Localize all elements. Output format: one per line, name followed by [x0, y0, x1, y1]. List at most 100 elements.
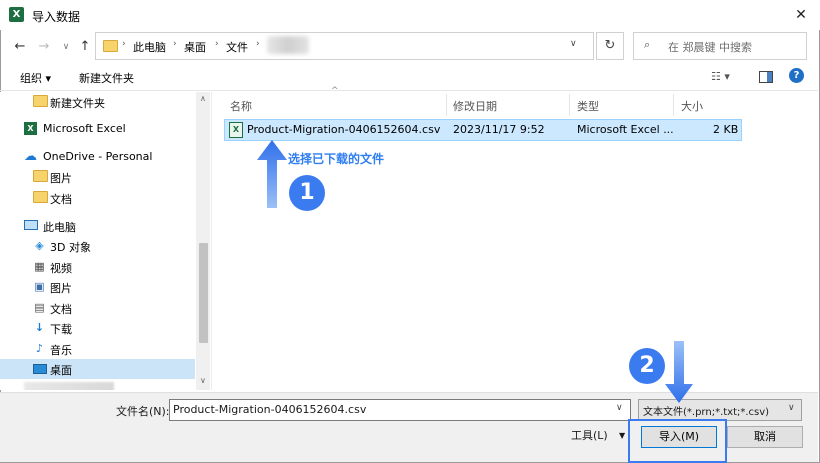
file-size: 2 KB	[713, 123, 739, 136]
filename-dropdown-chevron-icon[interactable]: ∨	[616, 403, 623, 413]
refresh-icon[interactable]: ↻	[596, 32, 624, 60]
address-bar[interactable]: › 此电脑 › 桌面 › 文件 › ∨	[95, 32, 594, 60]
sidebar-item-label: 新建文件夹	[50, 97, 105, 110]
sidebar-item-documents-onedrive[interactable]: 文档	[0, 188, 195, 208]
sidebar-item-new-folder[interactable]: 新建文件夹	[0, 92, 195, 112]
file-type-filter-value: 文本文件(*.prn;*.txt;*.csv)	[643, 407, 770, 418]
column-header-name[interactable]: 名称	[230, 98, 252, 120]
import-button-highlight	[628, 419, 727, 463]
breadcrumb-separator-icon: ›	[173, 39, 177, 49]
sidebar-item-label: 下载	[50, 323, 72, 336]
sidebar-item-label: 图片	[50, 172, 72, 185]
file-row-selected[interactable]: X Product-Migration-0406152604.csv 2023/…	[224, 119, 742, 141]
step1-annotation-label: 选择已下载的文件	[288, 152, 385, 166]
breadcrumb-separator-icon: ›	[122, 39, 126, 49]
sidebar-item-music[interactable]: ♪ 音乐	[0, 339, 195, 359]
partially-hidden-drive-item	[24, 382, 114, 390]
desktop-icon	[33, 362, 47, 375]
filename-label: 文件名(N):	[116, 405, 170, 418]
tools-dropdown-icon: ▼	[619, 431, 626, 440]
navigation-scrollbar[interactable]: ∧ ∨	[196, 92, 210, 390]
sidebar-item-label: 视频	[50, 262, 72, 275]
breadcrumb-this-pc[interactable]: 此电脑	[133, 39, 166, 55]
music-icon: ♪	[35, 342, 44, 355]
close-button[interactable]: ✕	[788, 4, 814, 26]
organize-menu-button[interactable]: 组织 ▾	[20, 70, 51, 86]
sidebar-item-this-pc[interactable]: 此电脑	[0, 216, 195, 236]
breadcrumb-desktop[interactable]: 桌面	[184, 39, 206, 55]
step1-badge: 1	[289, 175, 325, 211]
computer-icon	[24, 219, 38, 232]
file-type-filter-select[interactable]: 文本文件(*.prn;*.txt;*.csv) ∨	[638, 399, 802, 421]
file-type: Microsoft Excel ...	[577, 123, 674, 136]
picture-icon: ▣	[34, 280, 45, 293]
breadcrumb-separator-icon: ›	[256, 39, 260, 49]
title-bar: X 导入数据 ✕	[0, 0, 820, 30]
sidebar-item-pictures-onedrive[interactable]: 图片	[0, 167, 195, 187]
up-arrow-icon[interactable]: ↑	[77, 37, 93, 57]
search-placeholder: 在 郑晨键 中搜索	[668, 41, 752, 54]
folder-icon	[33, 170, 48, 182]
file-name: Product-Migration-0406152604.csv	[247, 123, 441, 136]
sidebar-item-label: 桌面	[50, 364, 72, 377]
video-icon: ▦	[34, 260, 45, 273]
column-header-size[interactable]: 大小	[681, 98, 703, 120]
scroll-up-icon[interactable]: ∧	[200, 94, 206, 103]
filename-input[interactable]: Product-Migration-0406152604.csv ∨	[169, 399, 631, 421]
column-divider[interactable]	[569, 94, 570, 116]
help-icon[interactable]: ?	[789, 68, 804, 83]
column-header-date[interactable]: 修改日期	[453, 98, 497, 120]
sidebar-item-desktop[interactable]: 桌面	[0, 359, 195, 379]
sidebar-item-microsoft-excel[interactable]: X Microsoft Excel	[0, 119, 195, 139]
command-toolbar: 组织 ▾ 新建文件夹 ☷ ▾ ?	[0, 64, 818, 91]
file-date: 2023/11/17 9:52	[453, 123, 545, 136]
sidebar-item-pictures[interactable]: ▣ 图片	[0, 277, 195, 297]
scrollbar-thumb[interactable]	[199, 243, 208, 343]
sidebar-item-videos[interactable]: ▦ 视频	[0, 257, 195, 277]
filename-value: Product-Migration-0406152604.csv	[173, 403, 367, 416]
column-header-type[interactable]: 类型	[577, 98, 599, 120]
sidebar-item-label: 文档	[50, 193, 72, 206]
csv-file-icon: X	[229, 122, 243, 138]
sidebar-item-onedrive[interactable]: ☁ OneDrive - Personal	[0, 147, 195, 167]
folder-icon	[33, 191, 48, 203]
sidebar-item-documents[interactable]: ▤ 文档	[0, 298, 195, 318]
tools-menu-button[interactable]: 工具(L) ▼	[563, 426, 630, 446]
folder-icon	[103, 40, 118, 52]
scroll-down-icon[interactable]: ∨	[200, 376, 206, 385]
column-divider[interactable]	[446, 94, 447, 116]
cloud-icon: ☁	[24, 149, 37, 164]
address-dropdown-chevron-icon[interactable]: ∨	[570, 39, 577, 49]
folder-icon	[33, 95, 48, 107]
download-icon: ↓	[34, 321, 45, 334]
sidebar-item-label: 3D 对象	[50, 241, 91, 254]
sidebar-item-3d-objects[interactable]: ◈ 3D 对象	[0, 236, 195, 256]
sidebar-item-label: OneDrive - Personal	[43, 150, 153, 163]
sidebar-item-label: Microsoft Excel	[43, 122, 126, 135]
step1-arrow-icon	[257, 140, 287, 208]
forward-arrow-icon[interactable]: →	[36, 37, 52, 57]
sidebar-item-label: 图片	[50, 282, 72, 295]
view-options-icon[interactable]: ☷ ▾	[711, 70, 730, 83]
navigation-pane: 新建文件夹 X Microsoft Excel ☁ OneDrive - Per…	[0, 92, 210, 390]
back-arrow-icon[interactable]: ←	[12, 37, 28, 57]
search-input[interactable]: ⌕ 在 郑晨键 中搜索	[633, 32, 807, 60]
sidebar-item-label: 音乐	[50, 344, 72, 357]
sidebar-item-label: 文档	[50, 303, 72, 316]
sidebar-item-downloads[interactable]: ↓ 下载	[0, 318, 195, 338]
blurred-breadcrumb	[267, 36, 309, 54]
column-divider[interactable]	[673, 94, 674, 116]
preview-pane-icon[interactable]	[759, 71, 773, 83]
new-folder-button[interactable]: 新建文件夹	[79, 70, 134, 86]
cancel-button[interactable]: 取消	[727, 426, 803, 448]
excel-icon: X	[9, 7, 24, 22]
tools-label: 工具(L)	[571, 429, 608, 442]
recent-locations-chevron-icon[interactable]: ∨	[60, 37, 72, 57]
sidebar-item-label: 此电脑	[43, 221, 76, 234]
breadcrumb-files[interactable]: 文件	[226, 39, 248, 55]
filter-dropdown-chevron-icon: ∨	[788, 403, 795, 413]
search-icon: ⌕	[644, 38, 651, 51]
document-icon: ▤	[34, 301, 45, 314]
step2-arrow-icon	[665, 341, 693, 403]
window-title: 导入数据	[32, 10, 81, 24]
